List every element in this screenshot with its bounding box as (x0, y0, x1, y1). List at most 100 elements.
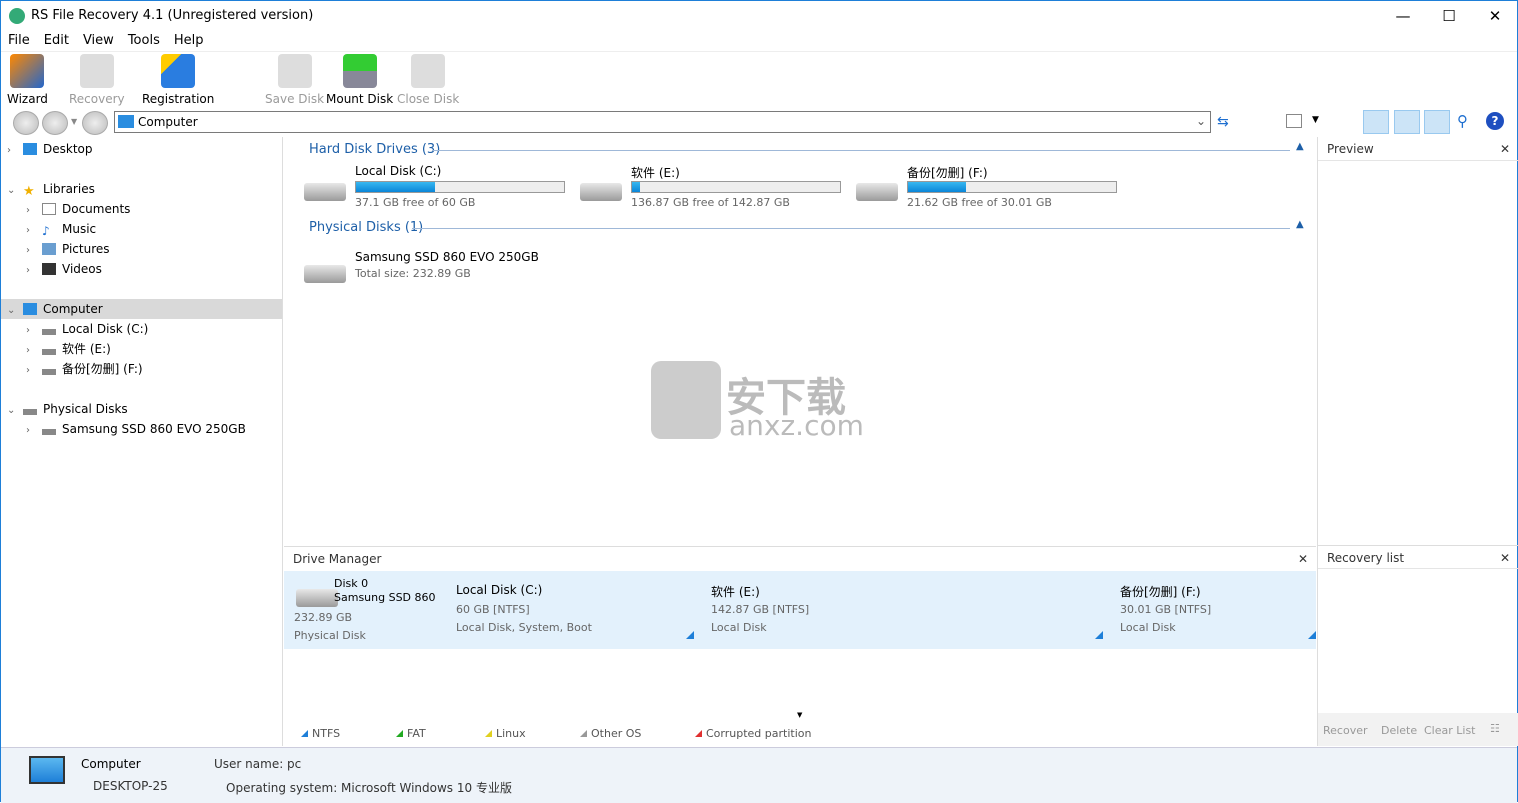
disk-icon (296, 589, 338, 607)
drive-icon (856, 183, 898, 201)
title-bar: RS File Recovery 4.1 (Unregistered versi… (1, 1, 1517, 31)
app-icon (9, 8, 25, 24)
menu-edit[interactable]: Edit (37, 31, 76, 51)
registration-button[interactable]: Registration (142, 54, 214, 106)
search-icon[interactable]: ⚲ (1457, 112, 1468, 130)
mount-disk-button[interactable]: Mount Disk (326, 54, 393, 106)
menu-bar: File Edit View Tools Help (1, 31, 210, 51)
collapse-icon[interactable]: ▲ (1296, 141, 1304, 152)
maximize-button[interactable]: ☐ (1426, 1, 1472, 31)
recovery-list-toggle-icon[interactable] (1424, 110, 1450, 134)
preview-header: Preview ✕ (1318, 137, 1518, 161)
toolbar: Wizard Recovery Registration Save Disk M… (1, 51, 1517, 107)
close-disk-button[interactable]: Close Disk (397, 54, 459, 106)
drive-usage-bar (907, 181, 1117, 193)
options-icon[interactable]: ☷ (1490, 722, 1500, 735)
close-icon[interactable]: ✕ (1500, 137, 1510, 161)
ssd-icon (304, 265, 346, 283)
close-disk-label: Close Disk (397, 92, 460, 106)
ntfs-marker-icon (1308, 631, 1316, 639)
drive-usage-bar (631, 181, 841, 193)
clear-list-button[interactable]: Clear List (1424, 724, 1476, 737)
menu-tools[interactable]: Tools (121, 31, 167, 51)
registration-label: Registration (142, 92, 215, 106)
back-button[interactable] (13, 111, 39, 135)
tree-desktop[interactable]: › Desktop (7, 139, 93, 159)
right-panel: Preview ✕ Recovery list ✕ Recover Delete C… (1317, 137, 1518, 746)
first-aid-icon (79, 54, 114, 88)
recover-button[interactable]: Recover (1323, 724, 1368, 737)
up-button[interactable] (82, 111, 108, 135)
drive-free: 136.87 GB free of 142.87 GB (631, 196, 790, 209)
menu-view[interactable]: View (76, 31, 121, 51)
recovery-button[interactable]: Recovery (69, 54, 125, 106)
hdd-section-header: Hard Disk Drives (3) (309, 142, 441, 157)
partition-size: 30.01 GB [NTFS] (1120, 603, 1212, 616)
computer-label: Computer (81, 757, 141, 771)
menu-help[interactable]: Help (167, 31, 211, 51)
forward-button[interactable] (42, 111, 68, 135)
tree-disk-f[interactable]: › 备份[勿删] (F:) (26, 359, 143, 379)
drive-view: Hard Disk Drives (3) ▲ Local Disk (C:) 3… (284, 137, 1316, 545)
address-bar[interactable]: Computer ⌄ (114, 111, 1211, 133)
recovery-list-header: Recovery list ✕ (1318, 545, 1518, 569)
drive-name: 备份[勿删] (F:) (907, 166, 988, 180)
drive-free: 37.1 GB free of 60 GB (355, 196, 476, 209)
tree-documents[interactable]: › Documents (26, 199, 130, 219)
help-icon[interactable]: ? (1486, 112, 1504, 130)
partition-item[interactable]: Local Disk (C:) 60 GB [NTFS] Local Disk,… (454, 571, 694, 649)
partition-desc: Local Disk (1120, 621, 1176, 634)
preview-toggle-icon[interactable] (1394, 110, 1420, 134)
menu-file[interactable]: File (1, 31, 37, 51)
drive-manager-header: Drive Manager ✕ (284, 547, 1316, 571)
legend-item: NTFS (301, 727, 340, 740)
legend-item: Corrupted partition (695, 727, 811, 740)
delete-button[interactable]: Delete (1381, 724, 1417, 737)
history-dropdown-icon[interactable]: ▼ (71, 117, 77, 126)
ssd-name: Samsung SSD 860 EVO 250GB (355, 250, 539, 264)
tree-disk-e[interactable]: › 软件 (E:) (26, 339, 111, 359)
tree-videos[interactable]: › Videos (26, 259, 102, 279)
expand-icon[interactable]: ▼ (797, 711, 802, 719)
tree-music[interactable]: › ♪ Music (26, 219, 96, 239)
status-bar: Computer DESKTOP-25 User name: pc Operat… (1, 747, 1517, 803)
save-disk-button[interactable]: Save Disk (265, 54, 324, 106)
drive-usage-bar (355, 181, 565, 193)
folder-tree: › Desktop ⌄ ★ Libraries › Documents › ♪ Music … (1, 137, 283, 746)
view-dropdown-icon[interactable]: ▼ (1312, 115, 1319, 125)
wizard-button[interactable]: Wizard (7, 54, 48, 106)
partition-item[interactable]: 软件 (E:) 142.87 GB [NTFS] Local Disk (709, 571, 1103, 649)
disk-model: Samsung SSD 860 EVO (334, 591, 439, 604)
disk-size: 232.89 GB (294, 611, 353, 624)
tree-disk-c[interactable]: › Local Disk (C:) (26, 319, 148, 339)
minimize-button[interactable]: — (1380, 1, 1426, 31)
collapse-icon[interactable]: ▲ (1296, 219, 1304, 230)
close-icon[interactable]: ✕ (1298, 547, 1308, 571)
drive-name: Local Disk (C:) (355, 164, 442, 178)
registration-icon (161, 54, 196, 88)
partition-size: 142.87 GB [NTFS] (711, 603, 810, 616)
chevron-down-icon[interactable]: ⌄ (1196, 114, 1206, 128)
legend-item: Linux (485, 727, 526, 740)
tree-ssd[interactable]: › Samsung SSD 860 EVO 250GB (26, 419, 246, 439)
close-icon[interactable]: ✕ (1500, 546, 1510, 570)
mount-disk-label: Mount Disk (326, 92, 394, 106)
tree-computer[interactable]: ⌄ Computer (1, 299, 282, 319)
disk-row[interactable]: Disk 0 Samsung SSD 860 EVO 232.89 GB Phy… (284, 571, 1316, 649)
drive-name: 软件 (E:) (631, 166, 680, 180)
partition-name: 备份[勿删] (F:) (1120, 585, 1201, 599)
disk-type: Physical Disk (294, 629, 366, 642)
partition-item[interactable]: 备份[勿删] (F:) 30.01 GB [NTFS] Local Disk (1118, 571, 1316, 649)
tree-physical-disks[interactable]: ⌄ Physical Disks (7, 399, 128, 419)
partition-name: Local Disk (C:) (456, 583, 543, 597)
view-mode-icon[interactable] (1286, 114, 1302, 128)
partition-size: 60 GB [NTFS] (456, 603, 530, 616)
tree-pictures[interactable]: › Pictures (26, 239, 110, 259)
close-button[interactable]: ✕ (1472, 1, 1518, 31)
ntfs-marker-icon (686, 631, 694, 639)
refresh-icon[interactable]: ⇆ (1217, 114, 1229, 130)
computer-icon (118, 115, 134, 128)
tree-libraries[interactable]: ⌄ ★ Libraries (7, 179, 95, 199)
drive-panel-toggle-icon[interactable] (1363, 110, 1389, 134)
drive-manager: Drive Manager✕ Disk 0 Samsung SSD 860 EV… (284, 546, 1316, 746)
